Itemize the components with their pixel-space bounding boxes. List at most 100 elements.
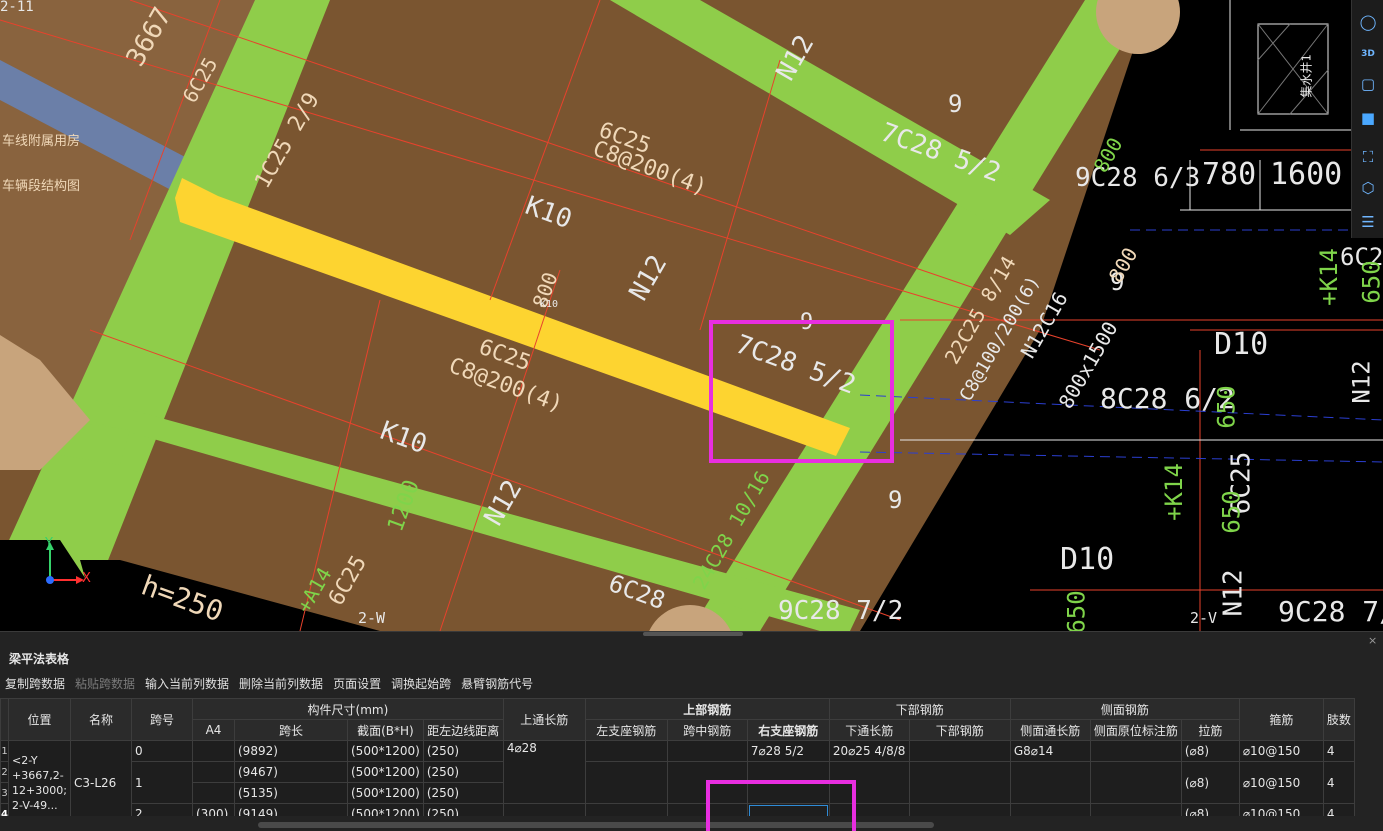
header-a4[interactable]: A4 bbox=[192, 719, 235, 741]
cell-bottom-bar[interactable] bbox=[908, 740, 1011, 762]
header-legs[interactable]: 肢数 bbox=[1322, 698, 1355, 741]
cell-tie[interactable]: (⌀8) bbox=[1180, 740, 1240, 762]
cell-span[interactable]: 0 bbox=[131, 740, 193, 762]
cell-a4[interactable] bbox=[192, 761, 235, 783]
position-line: <2-Y bbox=[12, 753, 38, 767]
cell-offset[interactable]: (250) bbox=[422, 761, 504, 783]
row-number: 2 bbox=[0, 761, 9, 783]
cell-name[interactable]: C3-L26 bbox=[70, 740, 132, 816]
cell-offset[interactable]: (250) bbox=[422, 782, 504, 804]
cell-tie[interactable]: (⌀8) bbox=[1180, 761, 1240, 804]
header-left-offset[interactable]: 距左边线距离 bbox=[422, 719, 504, 741]
beam-table-panel: 梁平法表格 × 复制跨数据 粘贴跨数据 输入当前列数据 删除当前列数据 页面设置… bbox=[0, 631, 1383, 831]
cell-right-support[interactable]: 7⌀28 5/2 bbox=[746, 740, 830, 762]
table-row[interactable]: 1 <2-Y +3667,2- 12+3000; 2-V-49... C3-L2… bbox=[0, 740, 1355, 816]
close-icon[interactable]: × bbox=[1368, 634, 1377, 647]
cell-top-through[interactable]: 4⌀28 bbox=[502, 740, 586, 804]
header-mid-span[interactable]: 跨中钢筋 bbox=[666, 719, 748, 741]
cell-span[interactable]: 2 bbox=[131, 803, 193, 816]
menu-paste-span[interactable]: 粘贴跨数据 bbox=[70, 675, 140, 697]
header-bottom-through[interactable]: 下通长筋 bbox=[828, 719, 910, 741]
cell-bottom-bar[interactable] bbox=[908, 761, 1011, 804]
cube-blue-icon[interactable]: ■ bbox=[1356, 106, 1380, 130]
table-row[interactable]: 2 1 (9467) (500*1200) (250) (⌀8) ⌀10@150… bbox=[0, 761, 1355, 804]
cell-a4[interactable]: (300) bbox=[192, 803, 235, 816]
cell-section[interactable]: (500*1200) bbox=[347, 740, 424, 762]
cell-bottom-bar[interactable] bbox=[908, 803, 1011, 816]
cell-side-through[interactable]: G8⌀14 bbox=[1009, 740, 1091, 762]
cell-side-through[interactable] bbox=[1009, 803, 1091, 816]
property-list-icon[interactable]: ☰ bbox=[1356, 210, 1380, 234]
cube-icon[interactable]: ▢ bbox=[1356, 72, 1380, 96]
cell-offset[interactable]: (250) bbox=[422, 740, 504, 762]
view-cube-icon[interactable]: ⬡ bbox=[1356, 176, 1380, 200]
cell-a4[interactable] bbox=[192, 740, 235, 762]
cell-section[interactable]: (500*1200) bbox=[347, 761, 424, 783]
header-side-orig[interactable]: 侧面原位标注筋 bbox=[1089, 719, 1182, 741]
highlight-frame-table bbox=[706, 780, 856, 831]
cell-left-support[interactable] bbox=[584, 740, 668, 762]
cell-stirrup[interactable]: ⌀10@150 bbox=[1238, 740, 1324, 762]
cell-side-orig[interactable] bbox=[1089, 740, 1182, 762]
menu-cantilever-code[interactable]: 悬臂钢筋代号 bbox=[456, 675, 538, 697]
fit-view-icon[interactable]: ⛶ bbox=[1356, 145, 1380, 169]
view-toolbar: ◯ 3D ▢ ■ ⛶ ⬡ ☰ bbox=[1351, 0, 1383, 238]
cell-tie[interactable]: (⌀8) bbox=[1180, 803, 1240, 816]
cell-section[interactable]: (500*1200) bbox=[347, 803, 424, 816]
cell-side-orig[interactable] bbox=[1089, 761, 1182, 804]
row-number: 3 bbox=[0, 782, 9, 804]
header-name[interactable]: 名称 bbox=[70, 698, 132, 741]
cell-span-len[interactable]: (5135) bbox=[234, 782, 348, 804]
corner-cell bbox=[0, 698, 9, 741]
cell-section[interactable]: (500*1200) bbox=[347, 782, 424, 804]
menu-delete-column[interactable]: 删除当前列数据 bbox=[234, 675, 328, 697]
header-section[interactable]: 截面(B*H) bbox=[347, 719, 424, 741]
header-right-support[interactable]: 右支座钢筋 bbox=[746, 719, 830, 741]
highlight-frame-cad bbox=[709, 320, 894, 463]
cell-top-through[interactable] bbox=[502, 803, 586, 816]
cell-span-len[interactable]: (9892) bbox=[234, 740, 348, 762]
row-number: 1 bbox=[0, 740, 9, 762]
header-span-no[interactable]: 跨号 bbox=[131, 698, 193, 741]
position-line: 12+3000; bbox=[12, 783, 67, 797]
header-bottom-bar[interactable]: 下部钢筋 bbox=[908, 719, 1011, 741]
sphere-icon[interactable]: ◯ bbox=[1356, 10, 1380, 34]
cell-offset[interactable]: (250) bbox=[422, 803, 504, 816]
header-side-through[interactable]: 侧面通长筋 bbox=[1009, 719, 1091, 741]
cell-span-len[interactable]: (9467) bbox=[234, 761, 348, 783]
menu-copy-span[interactable]: 复制跨数据 bbox=[0, 675, 70, 697]
cell-mid-span[interactable] bbox=[666, 740, 748, 762]
cell-position[interactable]: <2-Y +3667,2- 12+3000; 2-V-49... bbox=[8, 740, 71, 816]
cell-left-support[interactable] bbox=[584, 761, 668, 804]
header-span-len[interactable]: 跨长 bbox=[234, 719, 348, 741]
header-left-support[interactable]: 左支座钢筋 bbox=[584, 719, 668, 741]
cell-stirrup[interactable]: ⌀10@150 bbox=[1238, 803, 1324, 816]
axis-y-label: Y bbox=[45, 536, 53, 551]
cell-legs[interactable]: 4 bbox=[1322, 740, 1355, 762]
cell-stirrup[interactable]: ⌀10@150 bbox=[1238, 761, 1324, 804]
menu-input-column[interactable]: 输入当前列数据 bbox=[140, 675, 234, 697]
3d-view-icon[interactable]: 3D bbox=[1356, 42, 1380, 66]
cell-side-orig[interactable] bbox=[1089, 803, 1182, 816]
cell-legs[interactable]: 4 bbox=[1322, 761, 1355, 804]
menu-page-setup[interactable]: 页面设置 bbox=[328, 675, 386, 697]
table-row[interactable]: 4 2 (300) (9149) (500*1200) (250) (⌀8) ⌀… bbox=[0, 803, 1355, 816]
panel-resize-grip[interactable] bbox=[643, 632, 743, 636]
menu-swap-start-span[interactable]: 调换起始跨 bbox=[386, 675, 456, 697]
cell-bottom-through[interactable]: 20⌀25 4/8/8 bbox=[828, 740, 910, 762]
header-top-group: 上部钢筋 bbox=[584, 698, 830, 720]
cell-span[interactable]: 1 bbox=[131, 761, 193, 804]
cell-span-len[interactable]: (9149) bbox=[234, 803, 348, 816]
header-position[interactable]: 位置 bbox=[8, 698, 71, 741]
cell-a4[interactable] bbox=[192, 782, 235, 804]
cell-legs[interactable]: 4 bbox=[1322, 803, 1355, 816]
cad-viewport[interactable]: 2-11 3667 6C25 1C25 2/9 K10 N12 6C25 C8@… bbox=[0, 0, 1383, 631]
cad-drawing[interactable] bbox=[0, 0, 1383, 631]
header-top-through[interactable]: 上通长筋 bbox=[502, 698, 586, 741]
header-side-group: 侧面钢筋 bbox=[1009, 698, 1240, 720]
cell-side-through[interactable] bbox=[1009, 761, 1091, 804]
cell-left-support[interactable] bbox=[584, 803, 668, 816]
beam-table: 位置 名称 跨号 构件尺寸(mm) 上通长筋 上部钢筋 下部钢筋 侧面钢筋 箍筋… bbox=[0, 698, 1355, 816]
header-stirrup[interactable]: 箍筋 bbox=[1238, 698, 1324, 741]
header-tie[interactable]: 拉筋 bbox=[1180, 719, 1240, 741]
